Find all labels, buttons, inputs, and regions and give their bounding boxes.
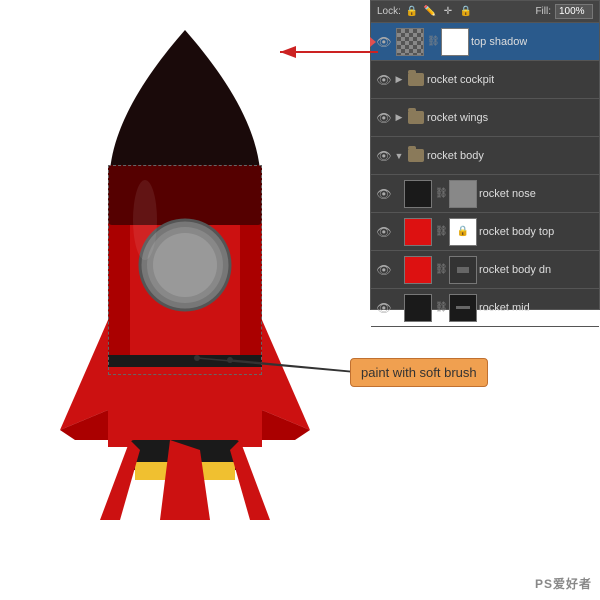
layer-row[interactable]: 👁 ▼ rocket body: [371, 137, 599, 175]
mask-thumbnail: [441, 28, 469, 56]
brush-lock-icon[interactable]: ✏️: [423, 5, 437, 19]
link-icon: ⛓: [435, 226, 447, 237]
watermark: PS爱好者: [535, 575, 592, 592]
link-icon: ⛓: [427, 36, 439, 47]
layer-thumbnail: [396, 28, 424, 56]
fill-input[interactable]: [555, 4, 593, 19]
eye-icon[interactable]: 👁: [375, 185, 393, 203]
link-icon: ⛓: [435, 302, 447, 313]
layer-name: rocket cockpit: [427, 74, 494, 86]
layer-name: top shadow: [471, 36, 527, 48]
layer-thumbnail: [404, 294, 432, 322]
layer-name: rocket wings: [427, 112, 488, 124]
watermark-text: PS爱好者: [535, 577, 592, 591]
move-lock-icon[interactable]: ✛: [441, 5, 455, 19]
link-icon: ⛓: [435, 264, 447, 275]
layer-name: rocket mid: [479, 302, 530, 314]
annotation-tooltip: paint with soft brush: [350, 358, 488, 387]
tooltip-text: paint with soft brush: [361, 365, 477, 380]
mask-thumbnail: [449, 180, 477, 208]
eye-icon[interactable]: 👁: [375, 71, 393, 89]
layer-row[interactable]: 👁 ⛓ 🔒 rocket body top: [371, 213, 599, 251]
layer-name: rocket body: [427, 150, 484, 162]
layer-row[interactable]: 👁 ▶ rocket cockpit: [371, 61, 599, 99]
lock-label: Lock:: [377, 6, 401, 17]
link-icon: ⛓: [435, 188, 447, 199]
layer-row[interactable]: 👁 ⛓ rocket nose: [371, 175, 599, 213]
layers-panel: Lock: 🔒 ✏️ ✛ 🔒 Fill: 👁 ⛓ top shadow 👁 ▶ …: [370, 0, 600, 310]
layer-selected-indicator: [370, 37, 376, 47]
eye-icon[interactable]: 👁: [375, 299, 393, 317]
expand-icon[interactable]: ▶: [393, 74, 405, 86]
layer-row[interactable]: 👁 ▶ rocket wings: [371, 99, 599, 137]
fill-label: Fill:: [535, 6, 551, 17]
eye-icon[interactable]: 👁: [375, 223, 393, 241]
expand-icon[interactable]: ▶: [393, 112, 405, 124]
layer-thumbnail: [404, 256, 432, 284]
eye-icon[interactable]: 👁: [375, 261, 393, 279]
all-lock-icon[interactable]: 🔒: [459, 5, 473, 19]
folder-icon: [408, 73, 424, 86]
layer-row[interactable]: 👁 ⛓ top shadow: [371, 23, 599, 61]
lock-icon[interactable]: 🔒: [405, 5, 419, 19]
layer-row[interactable]: 👁 ⛓ rocket body dn: [371, 251, 599, 289]
layer-name: rocket nose: [479, 188, 536, 200]
rocket-illustration: [30, 10, 340, 570]
expand-icon[interactable]: ▼: [393, 150, 405, 162]
eye-icon[interactable]: 👁: [375, 109, 393, 127]
layer-thumbnail: [404, 180, 432, 208]
folder-icon: [408, 111, 424, 124]
eye-icon[interactable]: 👁: [375, 147, 393, 165]
layer-row[interactable]: 👁 ⛓ rocket mid: [371, 289, 599, 327]
layer-thumbnail: [404, 218, 432, 246]
eye-icon[interactable]: 👁: [375, 33, 393, 51]
layer-name: rocket body dn: [479, 264, 551, 276]
panel-toolbar: Lock: 🔒 ✏️ ✛ 🔒 Fill:: [371, 1, 599, 23]
folder-icon: [408, 149, 424, 162]
layer-name: rocket body top: [479, 226, 554, 238]
rocket-area: [0, 0, 370, 600]
